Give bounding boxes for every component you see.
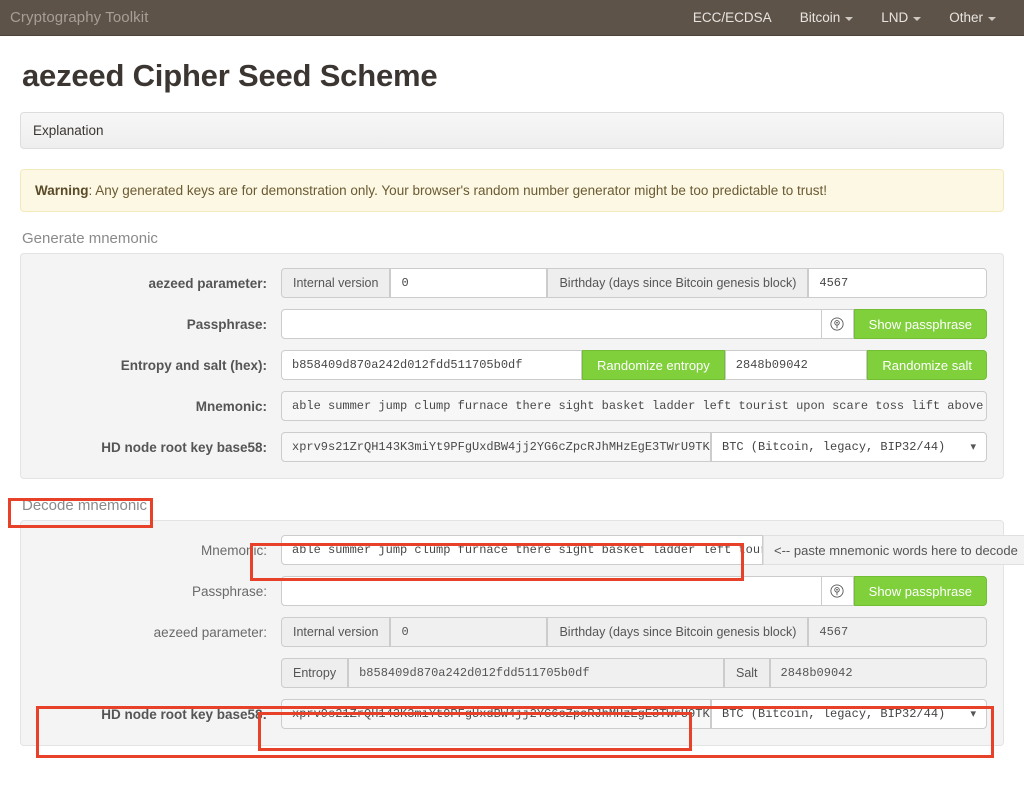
warning-alert: Warning: Any generated keys are for demo… bbox=[20, 169, 1004, 212]
page-title: aezeed Cipher Seed Scheme bbox=[22, 58, 438, 93]
generate-passphrase-label: Passphrase: bbox=[186, 316, 267, 332]
nav-item-other[interactable]: Other bbox=[935, 2, 1010, 33]
generate-birthday-input[interactable]: 4567 bbox=[808, 268, 987, 298]
generate-passphrase-row: Passphrase: Show passphrase bbox=[37, 309, 987, 339]
decode-hdkey-row: HD node root key base58: xprv9s21ZrQH143… bbox=[37, 699, 987, 729]
generate-hdkey-group: xprv9s21ZrQH143K3miYt9PFgUxdBW4jj2YG6cZp… bbox=[281, 432, 987, 462]
eye-icon[interactable] bbox=[821, 576, 854, 606]
decode-birthday-output[interactable]: 4567 bbox=[808, 617, 987, 647]
decode-mnemonic-input[interactable]: able summer jump clump furnace there sig… bbox=[281, 535, 763, 565]
warning-bold-label: Warning bbox=[35, 183, 89, 198]
generate-mnemonic-output[interactable]: able summer jump clump furnace there sig… bbox=[281, 391, 987, 421]
generate-salt-input[interactable]: 2848b09042 bbox=[724, 350, 868, 380]
nav-item-label: Other bbox=[949, 10, 983, 25]
generate-birthday-addon: Birthday (days since Bitcoin genesis blo… bbox=[547, 268, 809, 298]
decode-mnemonic-label: Mnemonic: bbox=[200, 542, 267, 558]
generate-hdkey-row: HD node root key base58: xprv9s21ZrQH143… bbox=[37, 432, 987, 462]
generate-entropy-label: Entropy and salt (hex): bbox=[120, 357, 267, 373]
decode-mnemonic-row: Mnemonic: able summer jump clump furnace… bbox=[37, 535, 1024, 565]
randomize-entropy-button[interactable]: Randomize entropy bbox=[582, 350, 725, 380]
nav-item-label: LND bbox=[881, 10, 909, 25]
decode-hdkey-label: HD node root key base58: bbox=[101, 706, 267, 722]
explanation-label: Explanation bbox=[33, 123, 104, 138]
brand-title[interactable]: Cryptography Toolkit bbox=[10, 9, 148, 26]
nav-item-label: Bitcoin bbox=[799, 10, 841, 25]
decode-passphrase-input[interactable] bbox=[281, 576, 822, 606]
decode-entropy-addon: Entropy bbox=[281, 658, 349, 688]
nav-item-bitcoin[interactable]: Bitcoin bbox=[786, 2, 868, 33]
explanation-panel[interactable]: Explanation bbox=[20, 112, 1004, 149]
decode-show-passphrase-button[interactable]: Show passphrase bbox=[853, 576, 987, 606]
decode-internal-version-addon: Internal version bbox=[281, 617, 391, 647]
decode-mnemonic-group: able summer jump clump furnace there sig… bbox=[281, 535, 1024, 565]
generate-network-select[interactable]: BTC (Bitcoin, legacy, BIP32/44) ▾ bbox=[711, 432, 987, 462]
decode-entropy-salt-row: Entropy b858409d870a242d012fdd511705b0df… bbox=[37, 658, 987, 688]
generate-passphrase-input[interactable] bbox=[281, 309, 822, 339]
generate-show-passphrase-button[interactable]: Show passphrase bbox=[853, 309, 987, 339]
decode-section-heading: Decode mnemonic bbox=[22, 497, 148, 514]
decode-passphrase-row: Passphrase: Show passphrase bbox=[37, 576, 987, 606]
generate-hdkey-output[interactable]: xprv9s21ZrQH143K3miYt9PFgUxdBW4jj2YG6cZp… bbox=[281, 432, 711, 462]
decode-salt-output[interactable]: 2848b09042 bbox=[769, 658, 987, 688]
generate-hdkey-label: HD node root key base58: bbox=[101, 439, 267, 455]
decode-internal-version-output[interactable]: 0 bbox=[390, 617, 548, 647]
navbar-menu: ECC/ECDSA Bitcoin LND Other bbox=[679, 2, 1010, 33]
decode-birthday-addon: Birthday (days since Bitcoin genesis blo… bbox=[547, 617, 809, 647]
decode-aezeed-parameter-row: aezeed parameter: Internal version 0 Bir… bbox=[37, 617, 987, 647]
generate-mnemonic-row: Mnemonic: able summer jump clump furnace… bbox=[37, 391, 987, 421]
generate-entropy-group: b858409d870a242d012fdd511705b0df Randomi… bbox=[281, 350, 988, 380]
generate-network-select-value: BTC (Bitcoin, legacy, BIP32/44) bbox=[722, 440, 946, 454]
generate-entropy-input[interactable]: b858409d870a242d012fdd511705b0df bbox=[281, 350, 583, 380]
generate-mnemonic-group: able summer jump clump furnace there sig… bbox=[281, 391, 987, 421]
decode-mnemonic-helper-text: <-- paste mnemonic words here to decode bbox=[763, 535, 1024, 565]
generate-aezeed-group: Internal version 0 Birthday (days since … bbox=[281, 268, 987, 298]
nav-item-lnd[interactable]: LND bbox=[867, 2, 935, 33]
generate-entropy-salt-row: Entropy and salt (hex): b858409d870a242d… bbox=[37, 350, 988, 380]
generate-section-heading: Generate mnemonic bbox=[22, 230, 158, 247]
decode-entropy-group: Entropy b858409d870a242d012fdd511705b0df… bbox=[281, 658, 987, 688]
page-container: aezeed Cipher Seed Scheme Explanation Wa… bbox=[12, 58, 1024, 746]
generate-aezeed-parameter-row: aezeed parameter: Internal version 0 Bir… bbox=[37, 268, 987, 298]
decode-hdkey-group: xprv9s21ZrQH143K3miYt9PFgUxdBW4jj2YG6cZp… bbox=[281, 699, 987, 729]
decode-aezeed-group: Internal version 0 Birthday (days since … bbox=[281, 617, 987, 647]
decode-entropy-output[interactable]: b858409d870a242d012fdd511705b0df bbox=[348, 658, 724, 688]
randomize-salt-button[interactable]: Randomize salt bbox=[867, 350, 988, 380]
chevron-down-icon: ▾ bbox=[970, 442, 976, 454]
eye-icon[interactable] bbox=[821, 309, 854, 339]
decode-aezeed-label: aezeed parameter: bbox=[153, 624, 267, 640]
top-navbar: Cryptography Toolkit ECC/ECDSA Bitcoin L… bbox=[0, 0, 1024, 36]
decode-hdkey-output[interactable]: xprv9s21ZrQH143K3miYt9PFgUxdBW4jj2YG6cZp… bbox=[281, 699, 711, 729]
chevron-down-icon bbox=[913, 16, 922, 21]
generate-mnemonic-label: Mnemonic: bbox=[195, 398, 267, 414]
decode-passphrase-label: Passphrase: bbox=[191, 583, 267, 599]
decode-network-select[interactable]: BTC (Bitcoin, legacy, BIP32/44) ▾ bbox=[711, 699, 987, 729]
chevron-down-icon bbox=[988, 16, 996, 21]
decode-passphrase-group: Show passphrase bbox=[281, 576, 987, 606]
generate-internal-version-addon: Internal version bbox=[281, 268, 391, 298]
generate-aezeed-label: aezeed parameter: bbox=[148, 275, 267, 291]
decode-mnemonic-panel: Mnemonic: able summer jump clump furnace… bbox=[20, 520, 1024, 746]
generate-passphrase-group: Show passphrase bbox=[281, 309, 987, 339]
chevron-down-icon: ▾ bbox=[970, 709, 976, 721]
chevron-down-icon bbox=[845, 16, 854, 21]
generate-internal-version-input[interactable]: 0 bbox=[390, 268, 548, 298]
warning-text: : Any generated keys are for demonstrati… bbox=[88, 183, 828, 198]
generate-mnemonic-panel: aezeed parameter: Internal version 0 Bir… bbox=[20, 253, 1004, 479]
nav-item-ecc-ecdsa[interactable]: ECC/ECDSA bbox=[679, 2, 786, 33]
nav-item-label: ECC/ECDSA bbox=[692, 10, 772, 25]
decode-network-select-value: BTC (Bitcoin, legacy, BIP32/44) bbox=[722, 707, 946, 721]
decode-salt-addon: Salt bbox=[723, 658, 770, 688]
